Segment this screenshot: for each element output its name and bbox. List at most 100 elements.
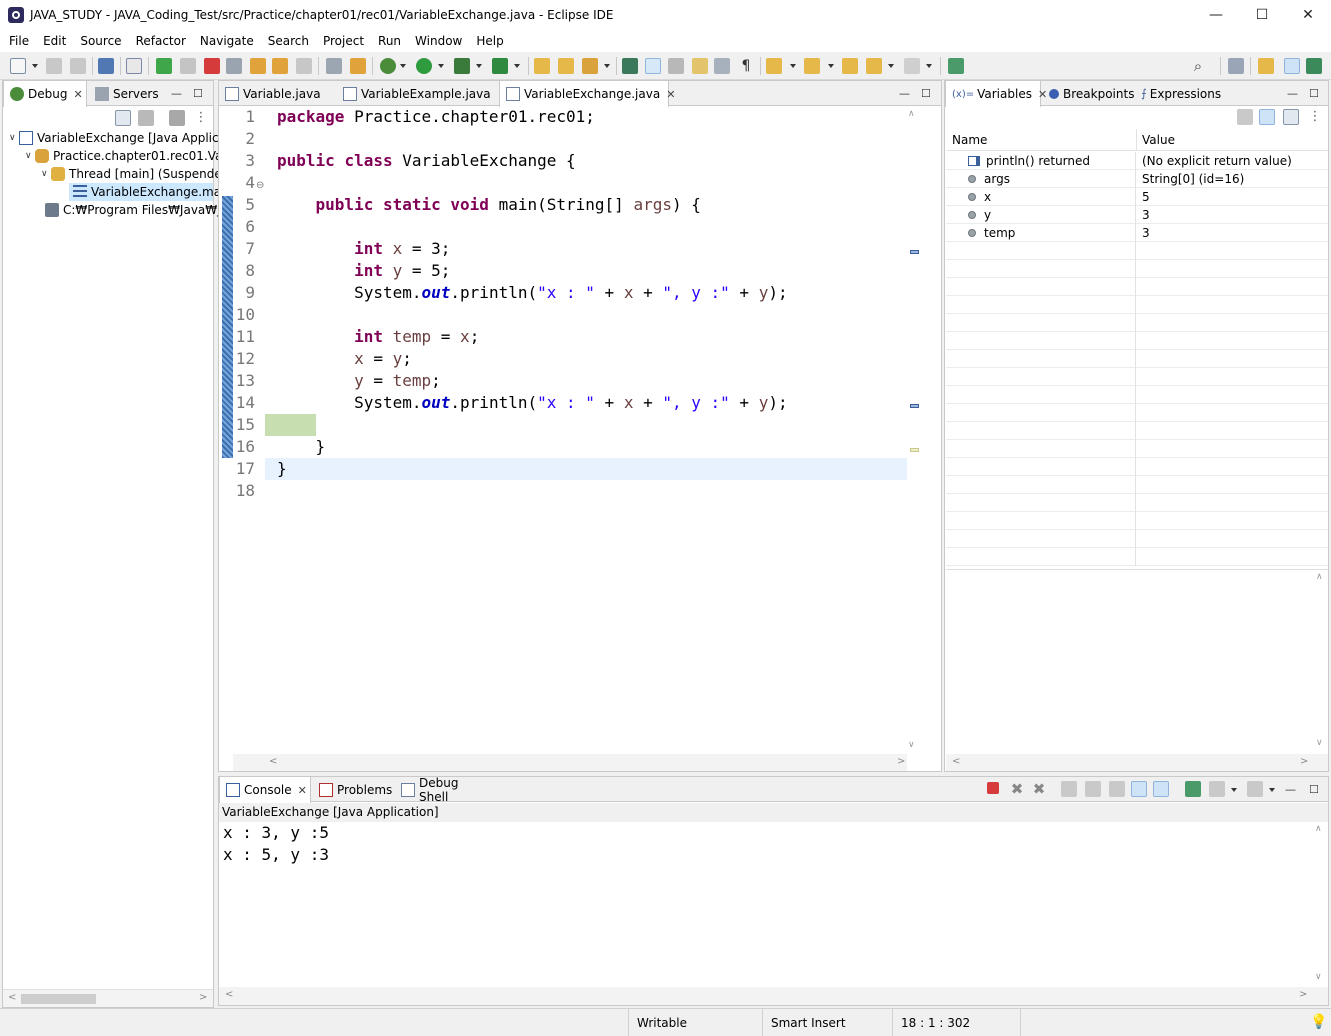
line-number[interactable]: 8 [233,260,255,282]
scroll-up-icon[interactable]: ∧ [908,109,915,119]
code-line[interactable]: 1 package Practice.chapter01.rec01; [233,106,907,128]
fold-collapse-icon[interactable]: ⊖ [256,180,264,191]
code-line[interactable]: 15 [233,414,907,436]
menu-edit[interactable]: Edit [36,30,73,52]
code-line[interactable]: 6 [233,216,907,238]
line-number[interactable]: 9 [233,282,255,304]
scroll-right-icon[interactable]: > [1299,989,1307,1000]
column-name-header[interactable]: Name [952,133,987,147]
code-line[interactable]: 12 x = y; [233,348,907,370]
line-number[interactable]: 12 [233,348,255,370]
new-icon[interactable] [10,58,26,74]
search-tools-icon[interactable] [582,58,598,74]
maximize-view-icon[interactable]: ☐ [193,87,203,100]
forward-dropdown-icon[interactable] [926,64,932,68]
code-line[interactable]: 5 public static void main(String[] args)… [233,194,907,216]
close-icon[interactable]: ✕ [298,784,307,797]
table-row[interactable] [946,278,1328,296]
detail-pane[interactable]: ∧ ∨ [946,570,1328,754]
table-row[interactable]: x5 [946,188,1328,206]
close-window-button[interactable]: ✕ [1285,0,1331,30]
table-row[interactable] [946,512,1328,530]
tab-debug-shell[interactable]: Debug Shell [395,776,489,804]
scroll-right-icon[interactable]: > [199,992,207,1003]
table-row[interactable] [946,350,1328,368]
menu-window[interactable]: Window [408,30,469,52]
table-row[interactable]: args String[0] (id=16) [946,170,1328,188]
menu-refactor[interactable]: Refactor [129,30,193,52]
expand-icon[interactable]: ∨ [25,151,35,161]
line-number[interactable]: 14 [233,392,255,414]
java-perspective-icon[interactable] [1306,58,1322,74]
code-line[interactable]: 14 System.out.println("x : " + x + ", y … [233,392,907,414]
toggle-breadcrumb-icon[interactable] [622,58,638,74]
debug-perspective-icon[interactable] [1284,58,1300,74]
drop-to-frame-icon[interactable] [326,58,342,74]
minimize-view-icon[interactable]: — [1285,783,1296,796]
remove-all-terminated-icon[interactable] [138,110,154,126]
menu-search[interactable]: Search [261,30,316,52]
block-selection-icon[interactable] [668,58,684,74]
table-row[interactable] [946,404,1328,422]
display-selected-console-icon[interactable] [1209,781,1225,797]
view-menu-icon[interactable]: ⋮ [193,110,209,126]
disconnect-icon[interactable] [226,58,242,74]
tab-breakpoints[interactable]: Breakpoints [1043,81,1135,106]
new-java-project-icon[interactable] [534,58,550,74]
line-number[interactable]: 1 [233,106,255,128]
table-row[interactable] [946,296,1328,314]
status-cursor-position[interactable]: 18 : 1 : 302 [892,1009,1018,1036]
tab-variables[interactable]: (x)= Variables ✕ [945,81,1047,107]
tab-variable-exchange-java[interactable]: VariableExchange.java ✕ [499,81,675,107]
line-number[interactable]: 15 [233,414,255,436]
overview-ruler[interactable]: ∧ ∨ [908,106,924,754]
show-whitespace-icon[interactable]: ¶ [738,58,754,74]
tree-item-launch[interactable]: ∨ VariableExchange [Java Applica [9,129,226,147]
scroll-right-icon[interactable]: > [1300,756,1308,767]
step-into-icon[interactable] [250,58,266,74]
line-number[interactable]: 4 [233,172,255,194]
new-dropdown-icon[interactable] [32,64,38,68]
scroll-left-icon[interactable]: < [952,756,960,767]
next-annotation-icon[interactable] [766,58,782,74]
scroll-left-icon[interactable]: < [8,992,16,1003]
scroll-down-icon[interactable]: ∨ [908,740,915,750]
minimize-view-icon[interactable]: — [899,87,910,100]
table-row[interactable] [946,458,1328,476]
code-line[interactable]: 3 public class VariableExchange { [233,150,907,172]
table-row[interactable] [946,548,1328,566]
scroll-down-icon[interactable]: ∨ [1316,738,1323,748]
clear-console-icon[interactable] [1061,781,1077,797]
occurrence-marker[interactable] [910,404,919,408]
code-line[interactable]: 8 int y = 5; [233,260,907,282]
code-line[interactable]: 13 y = temp; [233,370,907,392]
menu-run[interactable]: Run [371,30,408,52]
minimize-view-icon[interactable]: — [171,87,182,100]
table-row[interactable] [946,332,1328,350]
collapse-all-icon[interactable] [115,110,131,126]
close-icon[interactable]: ✕ [73,88,82,101]
terminate-icon[interactable] [204,58,220,74]
code-line[interactable]: 11 int temp = x; [233,326,907,348]
back-icon[interactable] [866,58,882,74]
code-line[interactable]: 17} [233,458,907,480]
suspend-icon[interactable] [180,58,196,74]
line-number[interactable]: 13 [233,370,255,392]
editor-hscrollbar[interactable]: < > [233,754,907,771]
occurrence-marker[interactable] [910,250,919,254]
expand-icon[interactable]: ∨ [9,133,19,143]
line-number[interactable]: 16 [233,436,255,458]
save-icon[interactable] [46,58,62,74]
table-row[interactable] [946,530,1328,548]
forward-icon[interactable] [904,58,920,74]
scroll-up-icon[interactable]: ∧ [1315,824,1322,834]
code-line[interactable]: 7 int x = 3; [233,238,907,260]
terminate-icon[interactable] [987,782,999,794]
scroll-down-icon[interactable]: ∨ [1315,972,1322,982]
view-menu-icon[interactable]: ⋮ [1307,109,1323,125]
pin-console-icon[interactable] [1185,781,1201,797]
collapse-icon[interactable] [1283,109,1299,125]
line-number[interactable]: 10 [233,304,255,326]
line-number[interactable]: 17 [233,458,255,480]
last-edit-location-icon[interactable] [842,58,858,74]
